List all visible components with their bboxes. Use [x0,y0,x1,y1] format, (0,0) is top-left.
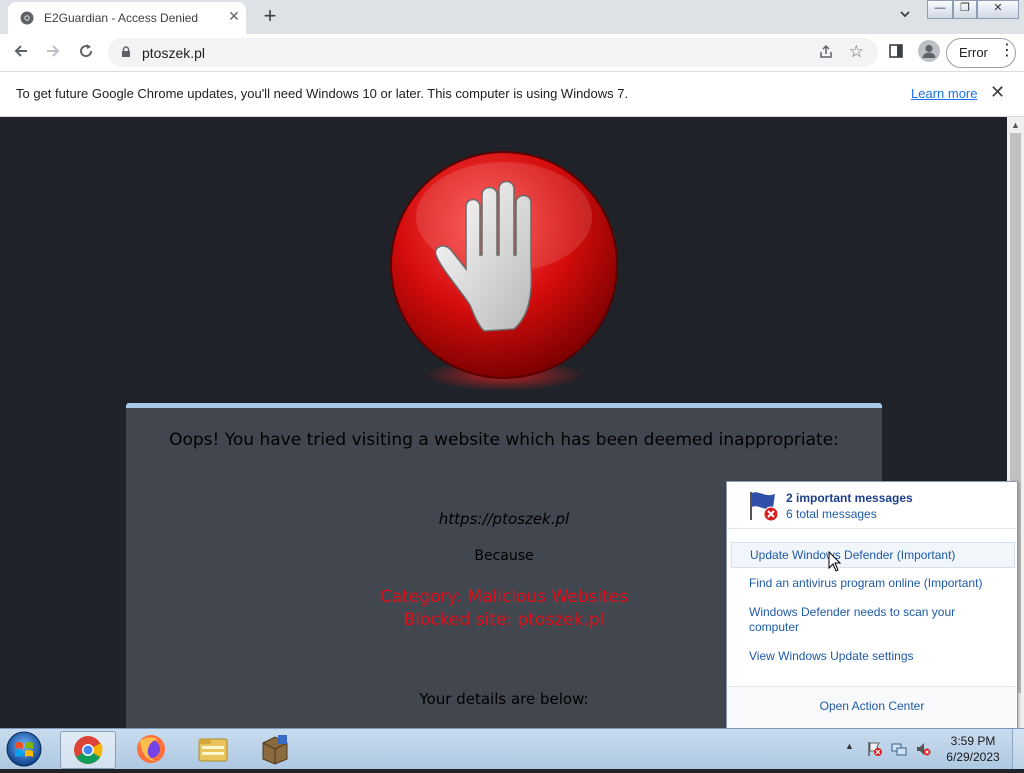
taskbar-chrome[interactable] [60,731,116,769]
menu-icon[interactable]: ⋮ [999,42,1015,60]
update-infobar: To get future Google Chrome updates, you… [0,72,1024,117]
error-label: Error [959,45,988,60]
infobar-close-icon[interactable]: ✕ [990,82,1005,103]
archive-app-icon [262,735,288,765]
network-tray-icon[interactable] [891,741,907,757]
chrome-icon [74,736,103,764]
tab-strip: E2Guardian - Access Denied ✕ + — ❐ ✕ [0,0,1024,34]
chrome-favicon [20,11,34,25]
action-center-tray-icon[interactable] [867,741,883,757]
minimize-button[interactable]: — [927,0,953,19]
mouse-cursor-icon [828,551,842,572]
forward-icon[interactable] [42,42,64,64]
firefox-icon [137,735,165,763]
address-bar[interactable]: ptoszek.pl ☆ [108,38,878,67]
open-action-center-link[interactable]: Open Action Center [727,699,1017,713]
url-text[interactable]: ptoszek.pl [142,45,205,61]
action-center-popup: 2 important messages 6 total messages Up… [726,481,1018,729]
taskbar-archive-app[interactable] [248,731,302,767]
important-messages[interactable]: 2 important messages [786,491,913,505]
tab-title: E2Guardian - Access Denied [44,11,199,25]
infobar-message: To get future Google Chrome updates, you… [16,86,629,101]
popup-item-defender-scan[interactable]: Windows Defender needs to scan your comp… [749,605,997,635]
action-center-flag-icon [750,492,779,522]
popup-item-update-settings[interactable]: View Windows Update settings [749,649,997,664]
new-tab-button[interactable]: + [260,5,280,27]
reload-icon[interactable] [75,42,97,64]
profile-icon[interactable] [918,40,940,62]
taskbar-clock[interactable]: 3:59 PM 6/29/2023 [938,733,1008,765]
stop-hand-icon [390,151,618,391]
windows-start-icon[interactable] [4,730,44,768]
clock-date: 6/29/2023 [946,750,1000,764]
back-icon[interactable] [10,42,32,64]
block-headline: Oops! You have tried visiting a website … [169,430,839,450]
file-explorer-icon [198,738,228,762]
show-desktop-button[interactable] [1012,729,1024,769]
tab-close-icon[interactable]: ✕ [226,8,242,24]
share-icon[interactable] [818,44,834,64]
volume-muted-tray-icon[interactable] [915,741,931,757]
taskbar: ▲ 3:59 PM 6/29/2023 [0,728,1024,769]
scroll-up-icon[interactable]: ▲ [1011,120,1020,130]
taskbar-file-explorer[interactable] [186,731,240,767]
tray-expand-icon[interactable]: ▲ [845,741,854,751]
tab-search-icon[interactable] [897,8,913,24]
popup-item-update-defender[interactable]: Update Windows Defender (Important) [731,542,1015,568]
close-window-button[interactable]: ✕ [977,0,1019,19]
total-messages[interactable]: 6 total messages [786,507,877,521]
tab-e2guardian[interactable]: E2Guardian - Access Denied ✕ [8,2,246,34]
lock-icon[interactable] [120,46,132,58]
popup-header: 2 important messages 6 total messages [727,482,1017,529]
error-button[interactable]: Error ⋮ [946,38,1016,68]
popup-footer: Open Action Center [727,686,1017,729]
side-panel-icon[interactable] [888,43,904,59]
taskbar-firefox[interactable] [124,731,178,767]
popup-item-find-antivirus[interactable]: Find an antivirus program online (Import… [749,576,997,591]
star-icon[interactable]: ☆ [849,42,864,62]
learn-more-link[interactable]: Learn more [911,86,977,101]
clock-time: 3:59 PM [950,734,996,748]
browser-toolbar: ptoszek.pl ☆ Error ⋮ [0,34,1024,72]
restore-button[interactable]: ❐ [953,0,977,19]
